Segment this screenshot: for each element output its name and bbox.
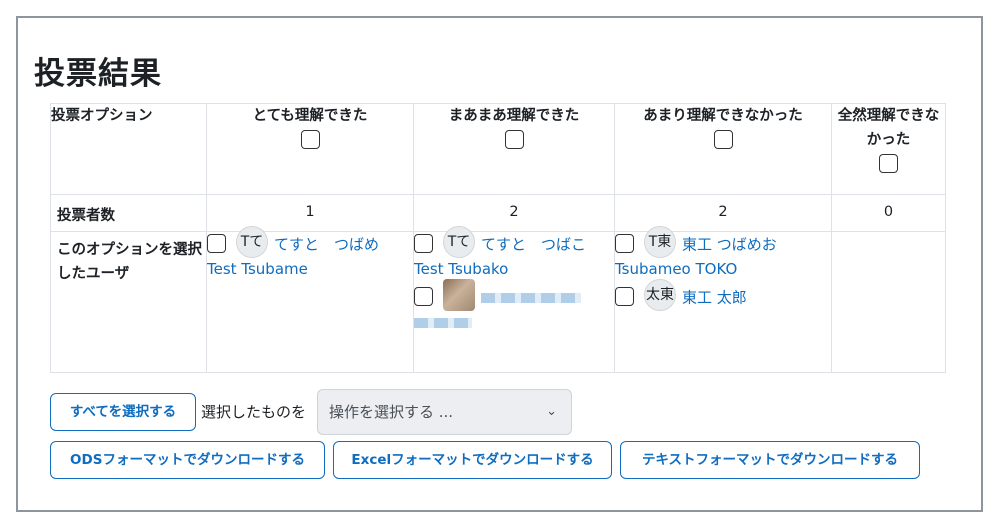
voter-count: 1 (206, 194, 414, 232)
users-cell-3: T東 東工 つばめお Tsubameo TOKO 太東 東工 太郎 (614, 226, 832, 373)
avatar[interactable]: Tて (236, 226, 268, 258)
avatar[interactable]: Tて (443, 226, 475, 258)
user-link[interactable]: てすと つばめ Test Tsubame (207, 236, 379, 279)
user-checkbox[interactable] (207, 233, 226, 253)
avatar-image[interactable] (443, 279, 475, 311)
select-all-button[interactable]: すべてを選択する (50, 393, 196, 431)
option-header-4: 全然理解できなかった (831, 103, 946, 195)
page-title: 投票結果 (34, 56, 162, 92)
download-excel-button[interactable]: Excelフォーマットでダウンロードする (333, 441, 612, 479)
option-header-2: まあまあ理解できた (413, 103, 615, 195)
voter-count: 2 (614, 194, 832, 232)
option-label: まあまあ理解できた (448, 108, 580, 124)
select-column-checkbox[interactable] (879, 154, 898, 173)
user-checkbox[interactable] (414, 233, 433, 253)
download-ods-button[interactable]: ODSフォーマットでダウンロードする (50, 441, 325, 479)
users-cell-4 (831, 231, 946, 373)
option-header-1: とても理解できた (206, 103, 414, 195)
user-checkbox[interactable] (615, 286, 634, 306)
voter-count: 2 (413, 194, 615, 232)
option-label: 全然理解できなかった (837, 108, 940, 148)
with-selected-label: 選択したものを (201, 403, 307, 421)
avatar[interactable]: T東 (644, 226, 676, 258)
chevron-down-icon: ⌄ (546, 404, 557, 419)
option-label: あまり理解できなかった (643, 108, 803, 124)
select-column-checkbox[interactable] (504, 130, 524, 149)
voter-count: 0 (831, 194, 946, 232)
redacted-user-link[interactable] (414, 317, 472, 328)
voter-count-label: 投票者数 (50, 194, 207, 232)
select-column-checkbox[interactable] (300, 130, 320, 149)
user-checkbox[interactable] (414, 286, 433, 306)
user-entry: Tて てすと つばめ Test Tsubame (207, 226, 413, 281)
user-link[interactable]: 東工 つばめお Tsubameo TOKO (615, 236, 777, 279)
users-cell-2: Tて てすと つばこ Test Tsubako (413, 226, 615, 373)
select-column-checkbox[interactable] (713, 130, 733, 149)
voter-count-row: 投票者数 1 2 2 0 (50, 194, 946, 232)
users-row: このオプションを選択したユーザ Tて てすと つばめ Test Tsubame T… (50, 226, 946, 373)
action-select[interactable]: 操作を選択する ... ⌄ (317, 389, 572, 435)
user-entry: Tて てすと つばこ Test Tsubako (414, 226, 614, 281)
user-link[interactable]: てすと つばこ Test Tsubako (414, 236, 586, 279)
option-label: とても理解できた (252, 108, 368, 124)
user-link[interactable]: 東工 太郎 (682, 289, 747, 307)
user-entry: 太東 東工 太郎 (615, 279, 831, 311)
avatar[interactable]: 太東 (644, 279, 676, 311)
option-header-3: あまり理解できなかった (614, 103, 832, 195)
download-text-button[interactable]: テキストフォーマットでダウンロードする (620, 441, 920, 479)
user-entry-redacted (414, 279, 614, 334)
results-table: 投票オプション とても理解できた まあまあ理解できた あまり理解できなかった 全… (50, 103, 946, 373)
users-label: このオプションを選択したユーザ (50, 231, 207, 373)
option-header: 投票オプション (50, 103, 207, 195)
redacted-user-link[interactable] (481, 293, 581, 303)
user-entry: T東 東工 つばめお Tsubameo TOKO (615, 226, 831, 281)
table-header-row: 投票オプション とても理解できた まあまあ理解できた あまり理解できなかった 全… (50, 103, 946, 195)
user-checkbox[interactable] (615, 233, 634, 253)
action-select-value: 操作を選択する ... (329, 403, 454, 421)
users-cell-1: Tて てすと つばめ Test Tsubame (206, 226, 414, 373)
